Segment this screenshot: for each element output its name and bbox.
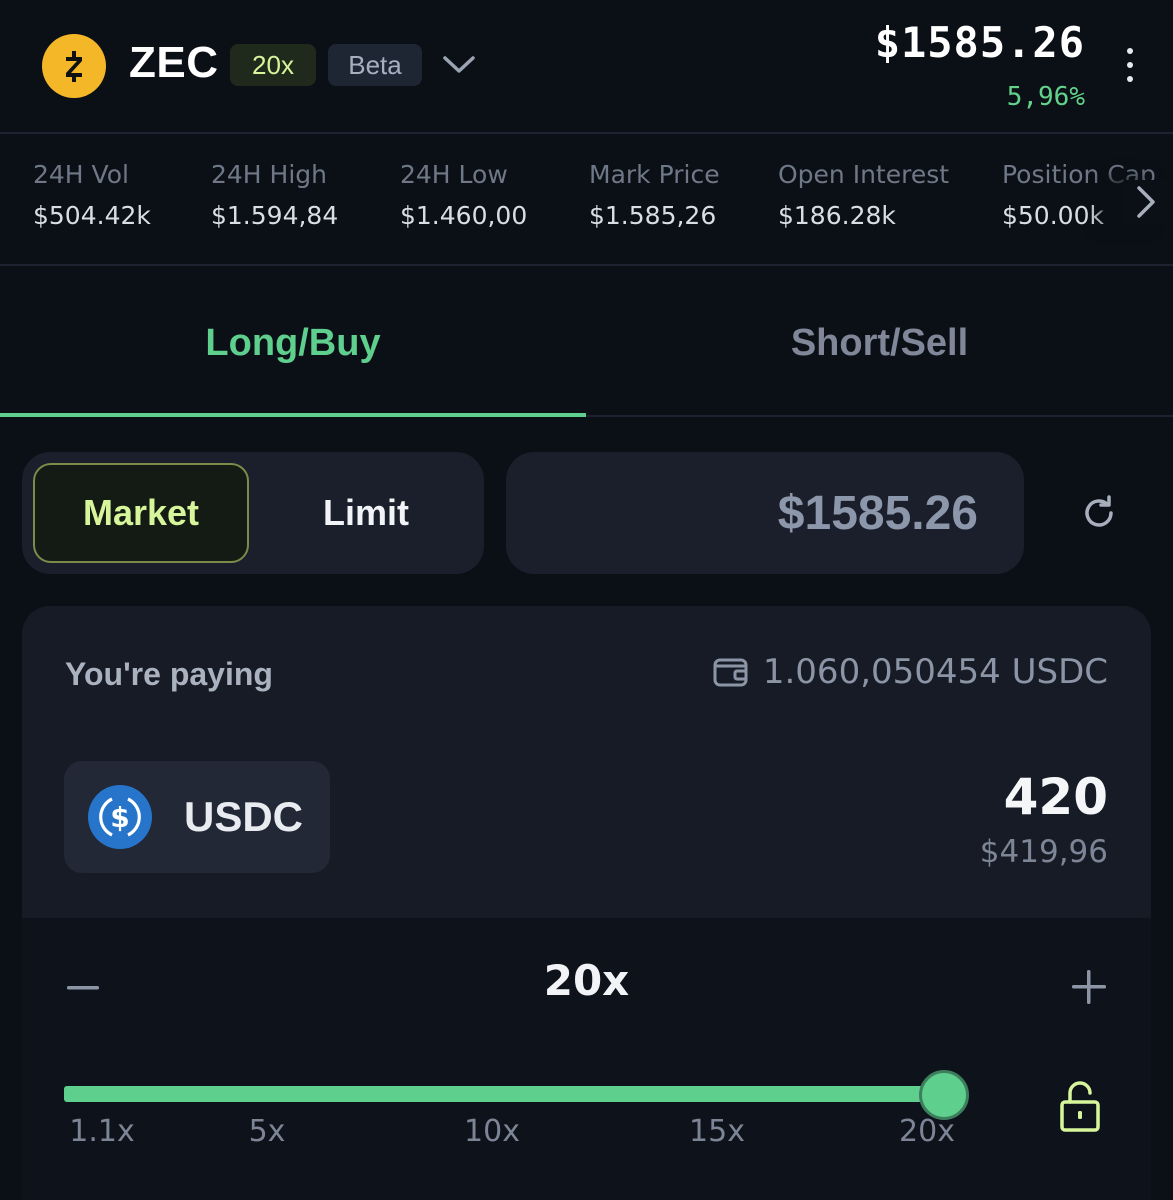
paying-label: You're paying — [65, 656, 273, 692]
stat-label: 24H Low — [400, 160, 508, 189]
stat-24h-vol: 24H Vol $504.42k — [33, 160, 151, 230]
leverage-section: 20x 1.1x 5x 10x 15x 20x — [22, 918, 1151, 1200]
market-order-button[interactable]: Market — [33, 463, 249, 563]
stat-label: Open Interest — [778, 160, 950, 189]
zcash-logo-icon — [42, 34, 106, 98]
token-selector[interactable]: $ USDC — [64, 761, 330, 873]
stat-24h-low: 24H Low $1.460,00 — [400, 160, 527, 230]
stat-label: Mark Price — [589, 160, 720, 189]
limit-order-button[interactable]: Limit — [258, 463, 474, 563]
stat-value: $186.28k — [778, 201, 896, 230]
tab-short-sell[interactable]: Short/Sell — [586, 268, 1173, 418]
leverage-slider-thumb[interactable] — [919, 1070, 969, 1120]
more-options-icon[interactable] — [1114, 48, 1146, 82]
refresh-price-icon[interactable] — [1076, 490, 1122, 536]
leverage-tick-1-1x[interactable]: 1.1x — [69, 1114, 134, 1149]
stat-value: $1.460,00 — [400, 201, 528, 230]
stat-24h-high: 24H High $1.594,84 — [211, 160, 338, 230]
pay-amount-usd: $419,96 — [979, 834, 1108, 870]
current-price: $1585.26 — [874, 18, 1085, 67]
active-tab-indicator — [0, 413, 586, 417]
stat-label: 24H High — [211, 160, 328, 189]
stat-label: 24H Vol — [33, 160, 129, 189]
order-type-toggle: Market Limit — [22, 452, 484, 574]
paying-card: You're paying 1.060,050454 USDC $ USDC 4… — [22, 606, 1151, 1200]
unlock-icon[interactable] — [1056, 1078, 1104, 1134]
token-name: USDC — [184, 793, 304, 840]
stat-mark-price: Mark Price $1.585,26 — [589, 160, 720, 230]
leverage-tick-10x[interactable]: 10x — [464, 1114, 520, 1149]
market-stats-bar: 24H Vol $504.42k 24H High $1.594,84 24H … — [0, 136, 1173, 266]
pay-amount-input[interactable]: 420 — [1004, 768, 1108, 826]
coin-symbol[interactable]: ZEC — [129, 38, 219, 88]
svg-text:$: $ — [110, 801, 129, 834]
stat-value: $1.585,26 — [589, 201, 717, 230]
leverage-badge: 20x — [230, 44, 316, 86]
order-price-field[interactable]: $1585.26 — [506, 452, 1024, 574]
leverage-slider-track[interactable] — [64, 1086, 944, 1102]
stats-scroll-right-chevron-icon[interactable] — [1124, 180, 1168, 224]
leverage-tick-20x[interactable]: 20x — [899, 1114, 955, 1149]
stat-value: $1.594,84 — [211, 201, 339, 230]
stat-open-interest: Open Interest $186.28k — [778, 160, 949, 230]
tab-long-buy[interactable]: Long/Buy — [0, 268, 586, 418]
increase-leverage-plus-icon[interactable] — [1070, 968, 1108, 1006]
beta-badge: Beta — [328, 44, 422, 86]
leverage-value: 20x — [543, 956, 630, 1005]
leverage-slider-fill — [64, 1086, 944, 1102]
price-change-percent: 5,96% — [1006, 82, 1085, 112]
market-header: ZEC 20x Beta $1585.26 5,96% — [0, 0, 1173, 134]
usdc-logo-icon: $ — [88, 785, 152, 849]
wallet-balance-value: 1.060,050454 USDC — [762, 652, 1108, 692]
market-dropdown-chevron-icon[interactable] — [440, 50, 478, 80]
wallet-balance: 1.060,050454 USDC — [713, 652, 1108, 692]
stat-value: $504.42k — [33, 201, 151, 230]
leverage-tick-5x[interactable]: 5x — [249, 1114, 286, 1149]
wallet-icon — [713, 655, 749, 689]
leverage-tick-15x[interactable]: 15x — [689, 1114, 745, 1149]
